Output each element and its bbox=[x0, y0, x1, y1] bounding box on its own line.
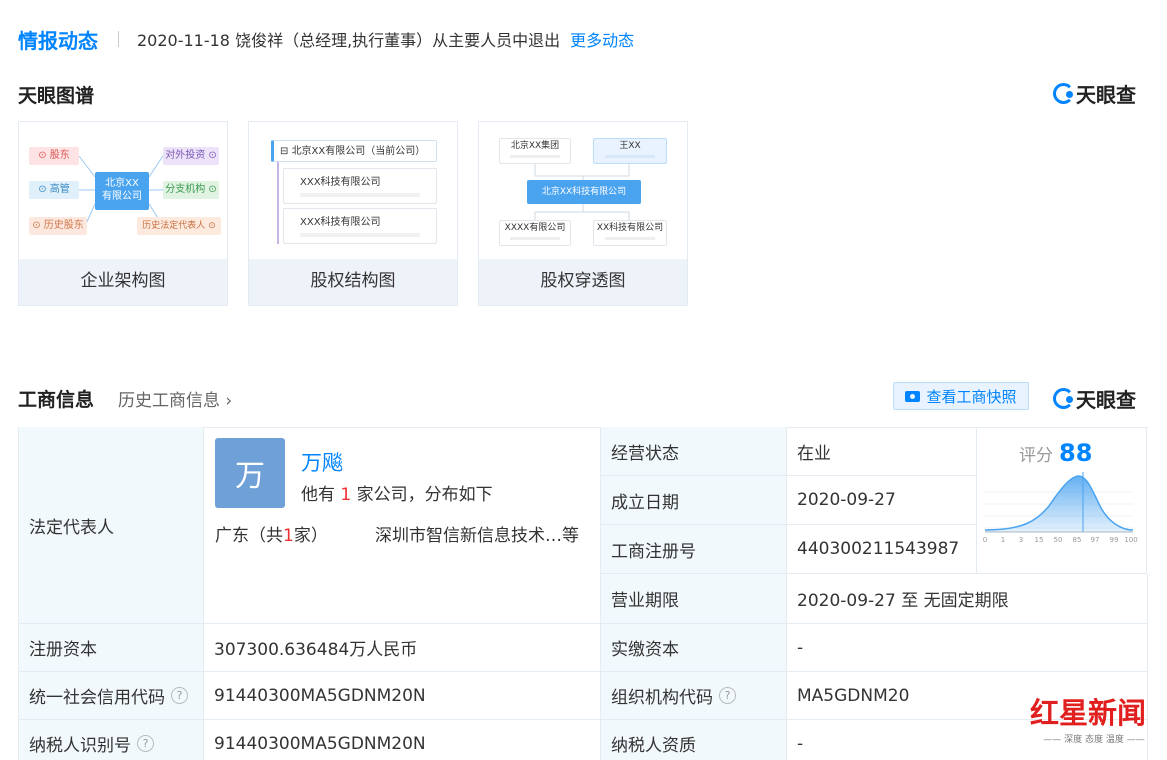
equity-structure-thumbnail: ⊟ 北京XX有限公司（当前公司） XXX科技有限公司 XXX科技有限公司 bbox=[249, 122, 457, 259]
history-business-info-link[interactable]: 历史工商信息 › bbox=[118, 386, 232, 411]
axis-tick: 97 bbox=[1091, 536, 1100, 544]
status-label: 经营状态 bbox=[601, 427, 787, 476]
capital-label: 注册资本 bbox=[19, 624, 204, 672]
axis-tick: 15 bbox=[1035, 536, 1044, 544]
equity-child-node: XXX科技有限公司 bbox=[283, 168, 437, 204]
node-shareholder: ⊙ 股东 bbox=[29, 147, 79, 165]
credit-code-label: 统一社会信用代码? bbox=[19, 672, 204, 720]
view-snapshot-button[interactable]: 查看工商快照 bbox=[893, 382, 1029, 410]
credit-code-value: 91440300MA5GDNM20N bbox=[204, 672, 601, 720]
term-value: 2020-09-27 至 无固定期限 bbox=[787, 574, 1148, 624]
watermark-slogan: —— 深度 态度 温度 —— bbox=[1043, 735, 1145, 745]
news-text: 2020-11-18 饶俊祥（总经理,执行董事）从主要人员中退出 bbox=[137, 31, 561, 50]
center-company-node: 北京XX科技有限公司 bbox=[527, 180, 641, 204]
legal-rep-company-link[interactable]: 深圳市智信新信息技术…等 bbox=[375, 521, 579, 546]
tianyancha-logo-icon bbox=[1053, 388, 1074, 409]
card-label: 股权穿透图 bbox=[479, 259, 687, 305]
taxpayer-id-value: 91440300MA5GDNM20N bbox=[204, 720, 601, 760]
node-history-legal-rep: 历史法定代表人 ⊙ bbox=[137, 217, 221, 235]
card-label: 企业架构图 bbox=[19, 259, 227, 305]
top-person-node: 王XX bbox=[593, 138, 667, 164]
news-title: 情报动态 bbox=[18, 28, 98, 53]
paid-capital-label: 实缴资本 bbox=[601, 624, 787, 672]
equity-child-node: XXX科技有限公司 bbox=[283, 208, 437, 244]
score-label: 评分 bbox=[1019, 446, 1053, 466]
legal-rep-desc: 他有 1 家公司，分布如下 bbox=[301, 485, 493, 505]
legal-rep-label: 法定代表人 bbox=[19, 427, 204, 624]
card-label: 股权结构图 bbox=[249, 259, 457, 305]
org-structure-thumbnail: ⊙ 股东 ⊙ 高管 ⊙ 历史股东 北京XX 有限公司 对外投资 ⊙ 分支机构 ⊙… bbox=[19, 122, 227, 259]
equity-root-node: ⊟ 北京XX有限公司（当前公司） bbox=[271, 140, 437, 162]
red-star-news-watermark: 红星新闻 —— 深度 态度 温度 —— bbox=[1030, 690, 1158, 754]
card-equity-structure[interactable]: ⊟ 北京XX有限公司（当前公司） XXX科技有限公司 XXX科技有限公司 股权结… bbox=[248, 121, 458, 306]
node-investment: 对外投资 ⊙ bbox=[163, 147, 219, 165]
legal-rep-region: 广东（共1家） bbox=[215, 526, 328, 546]
node-executive: ⊙ 高管 bbox=[29, 181, 79, 199]
help-icon[interactable]: ? bbox=[719, 687, 736, 704]
paid-capital-value: - bbox=[787, 624, 1148, 672]
help-icon[interactable]: ? bbox=[137, 735, 154, 752]
reg-no-value: 440300211543987 bbox=[787, 525, 977, 574]
tianyancha-logo-icon bbox=[1053, 83, 1074, 104]
atlas-title: 天眼图谱 bbox=[18, 85, 95, 107]
axis-tick: 50 bbox=[1054, 536, 1063, 544]
org-code-label: 组织机构代码? bbox=[601, 672, 787, 720]
equity-penetration-thumbnail: 北京XX集团 王XX 北京XX科技有限公司 XXXX有限公司 XX科技有限公司 bbox=[479, 122, 687, 259]
bottom-company-node: XXXX有限公司 bbox=[499, 220, 571, 246]
axis-tick: 0 bbox=[983, 536, 987, 544]
camera-icon bbox=[905, 390, 921, 402]
established-label: 成立日期 bbox=[601, 476, 787, 525]
news-bar: 情报动态 2020-11-18 饶俊祥（总经理,执行董事）从主要人员中退出 更多… bbox=[18, 24, 634, 54]
card-equity-penetration[interactable]: 北京XX集团 王XX 北京XX科技有限公司 XXXX有限公司 XX科技有限公司 … bbox=[478, 121, 688, 306]
more-news-link[interactable]: 更多动态 bbox=[570, 27, 634, 51]
capital-value: 307300.636484万人民币 bbox=[204, 624, 601, 672]
node-center-company: 北京XX 有限公司 bbox=[95, 172, 149, 210]
score-axis: 0 1 3 15 50 85 97 99 100 bbox=[983, 536, 1138, 544]
score-panel[interactable]: 评分 88 0 1 3 15 50 85 97 99 100 bbox=[977, 427, 1147, 574]
brand-name: 天眼查 bbox=[1076, 83, 1136, 107]
tree-line bbox=[277, 162, 279, 244]
taxpayer-qual-label: 纳税人资质 bbox=[601, 720, 787, 760]
score-value: 88 bbox=[1059, 439, 1093, 467]
axis-tick: 85 bbox=[1073, 536, 1082, 544]
node-history-shareholder: ⊙ 历史股东 bbox=[29, 217, 87, 235]
brand-name: 天眼查 bbox=[1076, 388, 1136, 412]
status-value: 在业 bbox=[787, 427, 977, 476]
snapshot-label: 查看工商快照 bbox=[926, 387, 1017, 406]
node-branch: 分支机构 ⊙ bbox=[163, 181, 219, 199]
axis-tick: 99 bbox=[1110, 536, 1119, 544]
axis-tick: 100 bbox=[1124, 536, 1137, 544]
help-icon[interactable]: ? bbox=[171, 687, 188, 704]
card-org-structure[interactable]: ⊙ 股东 ⊙ 高管 ⊙ 历史股东 北京XX 有限公司 对外投资 ⊙ 分支机构 ⊙… bbox=[18, 121, 228, 306]
bottom-company-node: XX科技有限公司 bbox=[593, 220, 667, 246]
avatar[interactable]: 万 bbox=[215, 438, 285, 508]
established-value: 2020-09-27 bbox=[787, 476, 977, 525]
tianyancha-logo: 天眼查 bbox=[1053, 79, 1136, 108]
top-shareholder-node: 北京XX集团 bbox=[499, 138, 571, 164]
score: 评分 88 bbox=[1019, 439, 1092, 467]
term-label: 营业期限 bbox=[601, 574, 787, 624]
reg-no-label: 工商注册号 bbox=[601, 525, 787, 574]
chevron-right-icon: › bbox=[225, 391, 233, 411]
divider bbox=[118, 31, 119, 47]
score-distribution-chart: 0 1 3 15 50 85 97 99 100 bbox=[983, 472, 1138, 544]
watermark-title: 红星新闻 bbox=[1030, 696, 1147, 730]
axis-tick: 1 bbox=[1001, 536, 1005, 544]
taxpayer-id-label: 纳税人识别号? bbox=[19, 720, 204, 760]
legal-rep-name-link[interactable]: 万飚 bbox=[301, 447, 343, 477]
axis-tick: 3 bbox=[1019, 536, 1023, 544]
tianyancha-logo: 天眼查 bbox=[1053, 384, 1136, 413]
business-info-title: 工商信息 bbox=[18, 389, 95, 411]
